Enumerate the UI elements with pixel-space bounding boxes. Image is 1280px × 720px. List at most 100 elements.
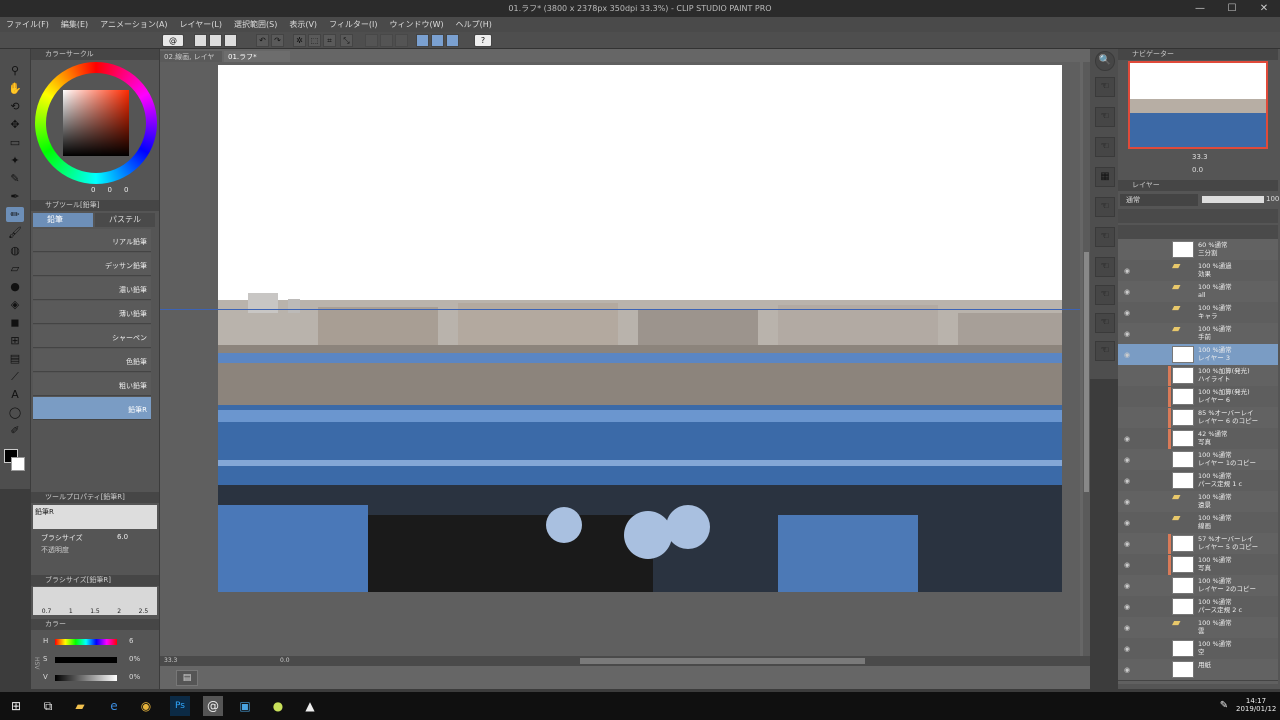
airbrush-tool-icon[interactable]: ◍ [6,243,24,258]
layer-row[interactable]: ◉ 100 %通常 レイヤー 1のコピー [1118,449,1278,471]
menu-animation[interactable]: アニメーション(A) [100,19,167,30]
layer-row[interactable]: 100 %加算(発光) レイヤー 6 [1118,386,1278,408]
menu-layer[interactable]: レイヤー(L) [180,19,222,30]
undo-icon[interactable]: ↶ [256,34,269,47]
layer-folder[interactable]: ◉ ▰ 100 %通過 効果 [1118,260,1278,282]
value-slider[interactable] [55,675,117,681]
visibility-eye-icon[interactable]: ◉ [1124,351,1134,359]
chrome-icon[interactable]: ◉ [136,696,156,716]
brush-item[interactable]: 色鉛筆 [33,349,151,372]
brush-item[interactable]: リアル鉛筆 [33,229,151,252]
brush-item[interactable]: 濃い鉛筆 [33,277,151,300]
vertical-scrollbar[interactable] [1083,62,1090,656]
menu-selection[interactable]: 選択範囲(S) [234,19,277,30]
layer-folder[interactable]: ◉ ▰ 100 %通常 遠景 [1118,491,1278,513]
crop-icon[interactable]: ⌗ [323,34,336,47]
visibility-eye-icon[interactable]: ◉ [1124,645,1134,653]
layer-folder[interactable]: ◉ ▰ 100 %通常 線画 [1118,512,1278,534]
blend-tool-icon[interactable]: ● [6,279,24,294]
visibility-eye-icon[interactable]: ◉ [1124,498,1134,506]
brush-item[interactable]: 薄い鉛筆 [33,301,151,324]
layer-row[interactable]: 100 %加算(発光) ハイライト [1118,365,1278,387]
layer-row[interactable]: ◉ 100 %通常 パース定規 1 c [1118,470,1278,492]
gradient-tool-icon[interactable]: ◼ [6,315,24,330]
photoshop-icon[interactable]: Ps [170,696,190,716]
transform-icon[interactable]: ⤡ [340,34,353,47]
ruler-tool-icon[interactable]: ⟋ [6,369,24,384]
visibility-eye-icon[interactable]: ◉ [1124,456,1134,464]
visibility-eye-icon[interactable]: ◉ [1124,435,1134,443]
visibility-eye-icon[interactable]: ◉ [1124,477,1134,485]
layer-folder[interactable]: ◉ ▰ 100 %通常 手前 [1118,323,1278,345]
clear-icon[interactable]: ✲ [293,34,306,47]
search-icon[interactable]: 🔍 [1095,51,1115,71]
windows-start-icon[interactable]: ⊞ [6,696,26,716]
saturation-value-square[interactable] [63,90,129,156]
brush-item[interactable]: デッサン鉛筆 [33,253,151,276]
visibility-eye-icon[interactable]: ◉ [1124,561,1134,569]
clip-studio-icon[interactable]: @ [162,34,184,47]
color-wheel[interactable] [33,62,157,197]
layer-row[interactable]: ◉ 用紙 [1118,659,1278,681]
balloon-tool-icon[interactable]: ◯ [6,405,24,420]
layer-row[interactable]: ◉ 100 %通常 レイヤー 3 [1118,344,1278,366]
snap-grid-icon[interactable] [446,34,459,47]
opacity-slider[interactable] [1202,196,1264,203]
tab-document-1[interactable]: 01.ラフ* [224,51,290,62]
material-icon-5[interactable]: ☜ [1095,197,1115,217]
clock[interactable]: 14:17 2019/01/12 [1236,697,1276,713]
blend-mode-select[interactable]: 通常 [1120,194,1198,206]
layer-folder[interactable]: ◉ ▰ 100 %通常 キャラ [1118,302,1278,324]
saturation-slider[interactable] [55,657,117,663]
layer-row[interactable]: ◉ 42 %通常 写真 [1118,428,1278,450]
close-button[interactable]: ✕ [1248,0,1280,17]
photos-icon[interactable]: ▲ [300,696,320,716]
save-icon[interactable] [224,34,237,47]
menu-filter[interactable]: フィルター(I) [329,19,377,30]
pen-tray-icon[interactable]: ✎ [1214,696,1234,716]
menu-file[interactable]: ファイル(F) [6,19,49,30]
tab-pencil[interactable]: 鉛筆 [33,213,93,227]
pencil-tool-icon[interactable]: ✏ [6,207,24,222]
pen-tool-icon[interactable]: ✒ [6,189,24,204]
brush-size-value[interactable]: 6.0 [117,533,128,541]
layer-folder[interactable]: ◉ ▰ 100 %通常雲 [1118,617,1278,639]
layer-folder[interactable]: ◉ ▰ 100 %通常 all [1118,281,1278,303]
visibility-eye-icon[interactable]: ◉ [1124,288,1134,296]
bottom-panel-icon[interactable]: ▤ [176,670,198,686]
selection-tool-icon[interactable]: ▭ [6,135,24,150]
deselect-icon[interactable]: ⬚ [308,34,321,47]
visibility-eye-icon[interactable]: ◉ [1124,666,1134,674]
open-icon[interactable] [209,34,222,47]
menu-help[interactable]: ヘルプ(H) [456,19,492,30]
fill-tool-icon[interactable]: ◈ [6,297,24,312]
layer-row[interactable]: ◉ 57 %オーバーレイ レイヤー 5 のコピー [1118,533,1278,555]
menu-window[interactable]: ウィンドウ(W) [390,19,444,30]
task-view-icon[interactable]: ⧉ [38,696,58,716]
frame-tool-icon[interactable]: ▤ [6,351,24,366]
brush-item-selected[interactable]: 鉛筆R [33,397,151,420]
layer-row[interactable]: 85 %オーバーレイ レイヤー 6 のコピー [1118,407,1278,429]
visibility-eye-icon[interactable]: ◉ [1124,519,1134,527]
maximize-button[interactable]: ☐ [1216,0,1248,17]
visibility-eye-icon[interactable]: ◉ [1124,603,1134,611]
redo-icon[interactable]: ↷ [271,34,284,47]
layer-row[interactable]: ◉ 100 %通常空 [1118,638,1278,660]
new-file-icon[interactable] [194,34,207,47]
brush-tool-icon[interactable]: 🖌 [6,225,24,240]
material-icon-6[interactable]: ☜ [1095,227,1115,247]
menu-view[interactable]: 表示(V) [289,19,317,30]
visibility-eye-icon[interactable]: ◉ [1124,540,1134,548]
layer-row[interactable]: 60 %通常 三分割 [1118,239,1278,261]
layer-row[interactable]: ◉ 100 %通常 レイヤー 2のコピー [1118,575,1278,597]
menu-edit[interactable]: 編集(E) [61,19,88,30]
rotate-tool-icon[interactable]: ⟲ [6,99,24,114]
material-icon-8[interactable]: ☜ [1095,285,1115,305]
app-window-icon[interactable]: ▣ [235,696,255,716]
eraser-tool-icon[interactable]: ▱ [6,261,24,276]
help-icon[interactable]: ? [474,34,492,47]
hand-tool-icon[interactable]: ✋ [6,81,24,96]
material-icon-2[interactable]: ☜ [1095,107,1115,127]
canvas[interactable] [218,65,1062,592]
zoom-tool-icon[interactable]: ⚲ [6,63,24,78]
